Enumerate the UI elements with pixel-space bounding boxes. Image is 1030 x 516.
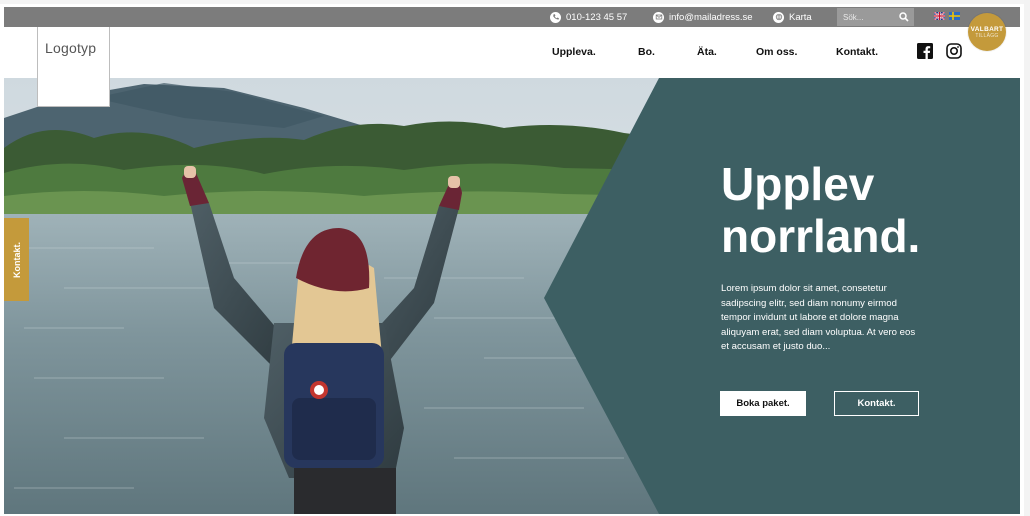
book-package-button[interactable]: Boka paket. bbox=[720, 391, 806, 416]
addon-badge[interactable]: VALBART TILLÄGG bbox=[968, 13, 1006, 51]
search-input[interactable] bbox=[837, 8, 893, 26]
badge-subtitle: TILLÄGG bbox=[975, 32, 999, 39]
uk-flag-icon[interactable] bbox=[934, 12, 945, 20]
scrollbar[interactable] bbox=[1024, 0, 1030, 516]
phone-icon bbox=[550, 11, 561, 23]
nav-ata[interactable]: Äta. bbox=[697, 46, 717, 58]
side-contact-tab[interactable]: Kontakt. bbox=[4, 218, 29, 301]
email-icon bbox=[653, 11, 664, 23]
phone-number: 010-123 45 57 bbox=[566, 11, 628, 23]
hero-section: Upplev norrland. Lorem ipsum dolor sit a… bbox=[4, 78, 1020, 514]
logo-box[interactable]: Logotyp bbox=[37, 27, 110, 107]
map-label: Karta bbox=[789, 11, 812, 23]
map-link[interactable]: Karta bbox=[773, 7, 812, 27]
facebook-icon[interactable] bbox=[917, 43, 933, 59]
headline-line-1: Upplev bbox=[721, 158, 875, 210]
nav-kontakt[interactable]: Kontakt. bbox=[836, 46, 878, 58]
contact-button[interactable]: Kontakt. bbox=[834, 391, 919, 416]
search-icon[interactable] bbox=[899, 12, 909, 22]
window-edge bbox=[0, 0, 1030, 4]
email-address: info@mailadress.se bbox=[669, 11, 753, 23]
logo-text: Logotyp bbox=[45, 40, 97, 56]
globe-icon bbox=[773, 11, 784, 23]
nav-uppleva[interactable]: Uppleva. bbox=[552, 46, 596, 58]
phone-contact[interactable]: 010-123 45 57 bbox=[550, 7, 627, 27]
badge-title: VALBART bbox=[970, 25, 1004, 33]
hero-body: Lorem ipsum dolor sit amet, consetetur s… bbox=[721, 283, 916, 353]
headline-line-2: norrland. bbox=[721, 210, 921, 262]
sweden-flag-icon[interactable] bbox=[949, 12, 960, 20]
utility-bar: 010-123 45 57 info@mailadress.se Karta bbox=[4, 7, 1020, 27]
email-contact[interactable]: info@mailadress.se bbox=[653, 7, 753, 27]
hero-headline: Upplev norrland. bbox=[721, 158, 951, 262]
nav-om-oss[interactable]: Om oss. bbox=[756, 46, 797, 58]
instagram-icon[interactable] bbox=[946, 43, 962, 59]
search-box bbox=[837, 8, 914, 26]
side-tab-label: Kontakt. bbox=[11, 241, 22, 278]
nav-bo[interactable]: Bo. bbox=[638, 46, 655, 58]
